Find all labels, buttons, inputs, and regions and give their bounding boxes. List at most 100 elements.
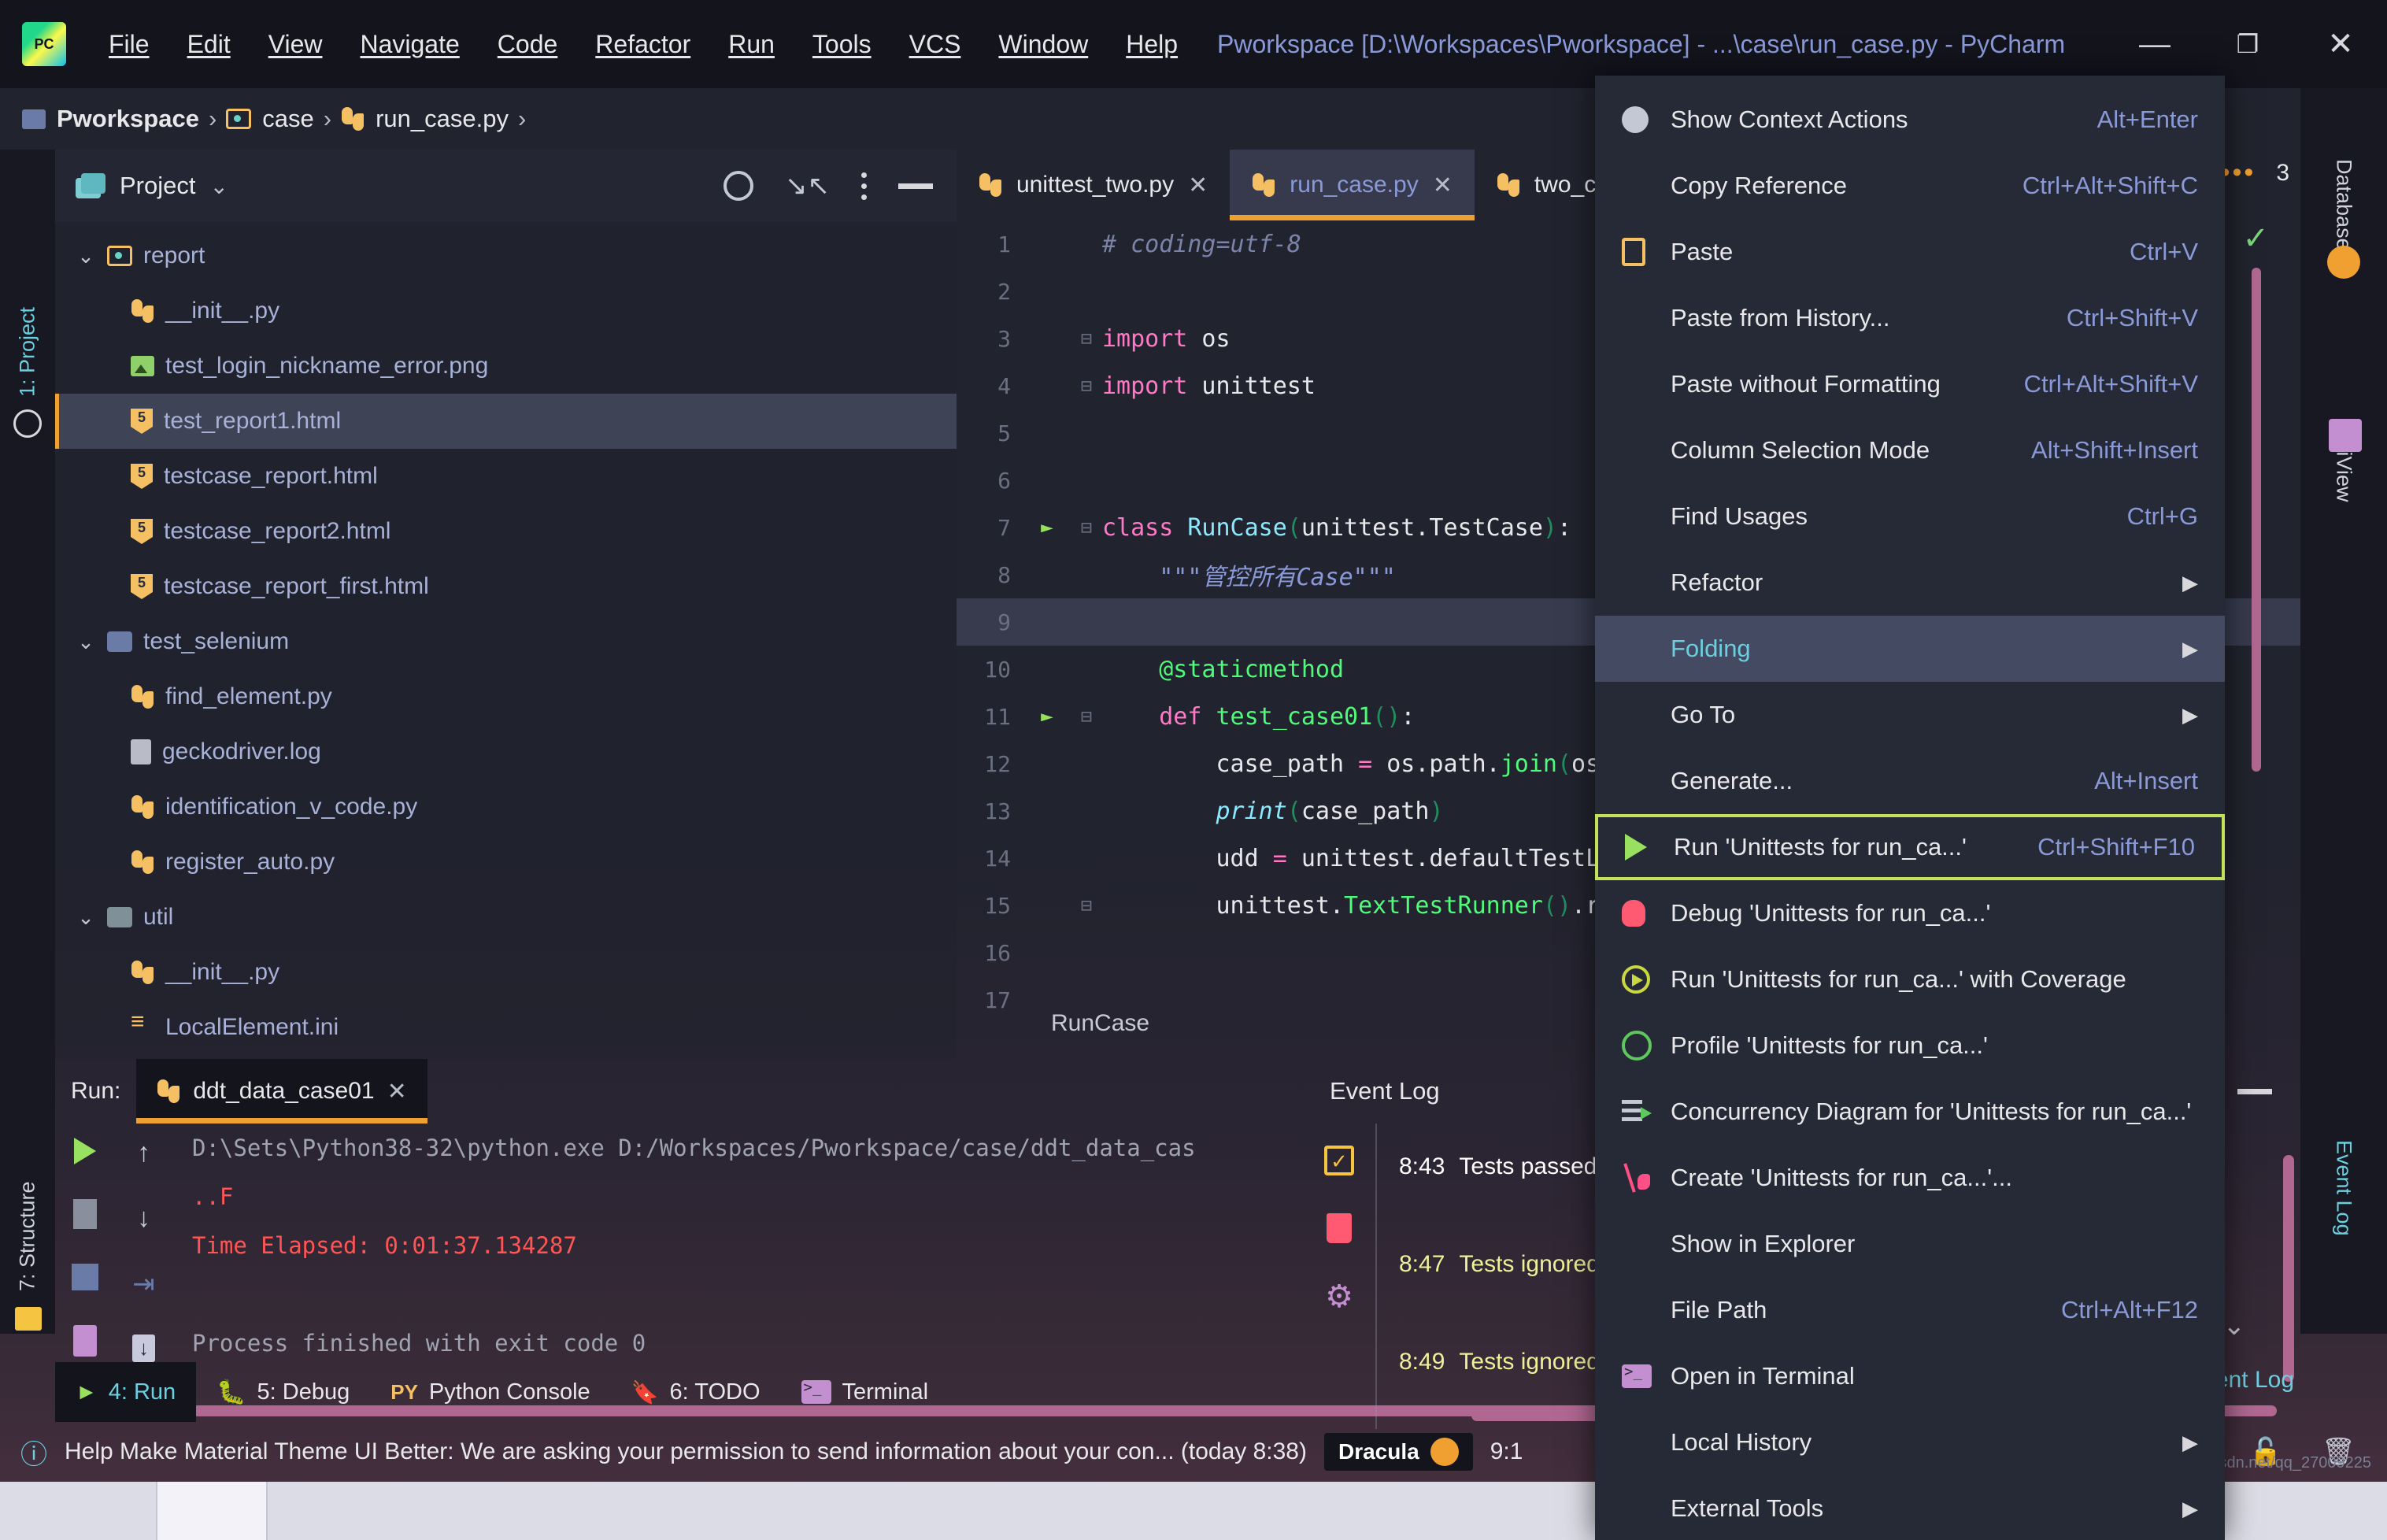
- sidebar-item-project[interactable]: 1: Project: [0, 161, 55, 397]
- context-menu-item[interactable]: Go To ▶: [1595, 682, 2225, 748]
- context-menu-item[interactable]: Generate... Alt+Insert: [1595, 748, 2225, 814]
- editor-tab[interactable]: unittest_two.py ✕: [957, 150, 1230, 220]
- tool-window-button[interactable]: 🐛 5: Debug: [196, 1362, 370, 1422]
- context-menu-item[interactable]: Create 'Unittests for run_ca...'...: [1595, 1145, 2225, 1211]
- tree-item[interactable]: find_element.py: [55, 669, 957, 724]
- tool-window-button[interactable]: 🔖 6: TODO: [611, 1362, 781, 1422]
- run-gutter-icon[interactable]: ►: [1023, 516, 1071, 539]
- context-menu-item[interactable]: Paste without Formatting Ctrl+Alt+Shift+V: [1595, 351, 2225, 417]
- tree-item[interactable]: test_login_nickname_error.png: [55, 339, 957, 394]
- menu-run[interactable]: Run: [709, 0, 794, 88]
- sidebar-item-event-log[interactable]: Event Log: [2300, 1140, 2387, 1321]
- tree-item[interactable]: ⌄ report: [55, 228, 957, 283]
- theme-switcher[interactable]: Dracula: [1323, 1433, 1473, 1471]
- tool-window-button[interactable]: Terminal: [781, 1362, 949, 1422]
- sidebar-item-structure[interactable]: 7: Structure: [0, 1039, 55, 1291]
- more-options-icon[interactable]: [861, 172, 867, 200]
- hide-panel-icon[interactable]: [898, 183, 933, 189]
- close-icon[interactable]: ✕: [1188, 172, 1208, 199]
- context-menu-item[interactable]: Find Usages Ctrl+G: [1595, 483, 2225, 550]
- context-menu-item[interactable]: External Tools ▶: [1595, 1475, 2225, 1540]
- project-file-tree[interactable]: ⌄ report __init__.py test_login_nickname_er…: [55, 222, 957, 1055]
- editor-scrollbar[interactable]: [2252, 268, 2261, 772]
- run-configuration-tab[interactable]: ddt_data_case01 ✕: [136, 1059, 428, 1124]
- wrap-lines-icon[interactable]: ⇥: [132, 1268, 155, 1300]
- context-menu-item[interactable]: Open in Terminal: [1595, 1343, 2225, 1409]
- tree-item[interactable]: ⌄ util: [55, 890, 957, 945]
- close-icon[interactable]: ✕: [1433, 172, 1453, 199]
- menu-help[interactable]: Help: [1107, 0, 1197, 88]
- caret-position[interactable]: 9:1: [1490, 1438, 1523, 1465]
- down-arrow-icon[interactable]: ↓: [137, 1203, 150, 1234]
- chevron-down-icon[interactable]: ⌄: [2223, 1310, 2246, 1342]
- overflow-dots-icon[interactable]: •••: [2221, 157, 2256, 188]
- close-button[interactable]: ✕: [2294, 0, 2387, 88]
- target-icon[interactable]: [724, 171, 754, 201]
- menu-code[interactable]: Code: [479, 0, 577, 88]
- breadcrumb-project[interactable]: Pworkspace: [22, 105, 199, 133]
- run-gutter-icon[interactable]: ►: [1023, 705, 1071, 728]
- menu-refactor[interactable]: Refactor: [576, 0, 709, 88]
- context-menu-item[interactable]: Run 'Unittests for run_ca...' with Cover…: [1595, 946, 2225, 1012]
- menu-navigate[interactable]: Navigate: [341, 0, 478, 88]
- tool-window-button[interactable]: PY Python Console: [370, 1362, 610, 1422]
- context-menu-item[interactable]: Show Context Actions Alt+Enter: [1595, 87, 2225, 153]
- tree-item[interactable]: __init__.py: [55, 283, 957, 339]
- context-menu-item[interactable]: Paste from History... Ctrl+Shift+V: [1595, 285, 2225, 351]
- context-menu-item[interactable]: Column Selection Mode Alt+Shift+Insert: [1595, 417, 2225, 483]
- breadcrumb-file[interactable]: run_case.py: [341, 105, 509, 133]
- trash-icon[interactable]: [1327, 1213, 1352, 1243]
- menu-tools[interactable]: Tools: [794, 0, 890, 88]
- tree-item[interactable]: ⌄ test_selenium: [55, 614, 957, 669]
- menu-file[interactable]: File: [90, 0, 168, 88]
- fold-marker-icon[interactable]: ⊟: [1071, 705, 1102, 727]
- breadcrumb-folder[interactable]: case: [226, 105, 314, 133]
- context-menu-item[interactable]: Local History ▶: [1595, 1409, 2225, 1475]
- rerun-icon[interactable]: [73, 1138, 96, 1164]
- chevron-down-icon[interactable]: ⌄: [76, 630, 96, 654]
- editor-context-menu[interactable]: Show Context Actions Alt+Enter Copy Refere…: [1595, 76, 2225, 1540]
- mark-read-icon[interactable]: ✓: [1324, 1146, 1354, 1175]
- context-menu-item[interactable]: Profile 'Unittests for run_ca...': [1595, 1012, 2225, 1079]
- tree-item[interactable]: test_report1.html: [55, 394, 957, 449]
- fold-marker-icon[interactable]: ⊟: [1071, 375, 1102, 397]
- context-menu-item[interactable]: Refactor ▶: [1595, 550, 2225, 616]
- collapse-all-icon[interactable]: ↘↖: [785, 170, 830, 202]
- fold-marker-icon[interactable]: ⊟: [1071, 516, 1102, 539]
- tree-item[interactable]: geckodriver.log: [55, 724, 957, 779]
- gear-icon[interactable]: ⚙: [1325, 1281, 1353, 1312]
- pin-tab-icon[interactable]: [72, 1325, 97, 1357]
- menu-edit[interactable]: Edit: [168, 0, 250, 88]
- menu-window[interactable]: Window: [979, 0, 1107, 88]
- tree-item[interactable]: identification_v_code.py: [55, 779, 957, 835]
- tree-item[interactable]: register_auto.py: [55, 835, 957, 890]
- context-menu-item[interactable]: Concurrency Diagram for 'Unittests for r…: [1595, 1079, 2225, 1145]
- print-icon[interactable]: [71, 1264, 98, 1290]
- menu-view[interactable]: View: [250, 0, 342, 88]
- stop-icon[interactable]: [72, 1199, 97, 1229]
- chevron-down-icon[interactable]: ⌄: [76, 244, 96, 268]
- tree-item[interactable]: testcase_report_first.html: [55, 559, 957, 614]
- status-message[interactable]: Help Make Material Theme UI Better: We a…: [65, 1438, 1307, 1465]
- chevron-down-icon[interactable]: ⌄: [76, 905, 96, 930]
- fold-marker-icon[interactable]: ⊟: [1071, 328, 1102, 350]
- tool-window-button[interactable]: ► 4: Run: [55, 1362, 197, 1422]
- up-arrow-icon[interactable]: ↑: [137, 1138, 150, 1168]
- hide-panel-icon[interactable]: [2237, 1088, 2272, 1094]
- context-menu-item[interactable]: Run 'Unittests for run_ca...' Ctrl+Shift+…: [1595, 814, 2225, 880]
- chevron-down-icon[interactable]: ⌄: [209, 173, 228, 199]
- sidebar-item-sciview[interactable]: SciView: [2300, 427, 2387, 639]
- tree-item[interactable]: __init__.py: [55, 945, 957, 1000]
- context-menu-item[interactable]: Show in Explorer: [1595, 1211, 2225, 1277]
- context-menu-item[interactable]: Folding ▶: [1595, 616, 2225, 682]
- close-icon[interactable]: ✕: [387, 1078, 407, 1105]
- fold-marker-icon[interactable]: ⊟: [1071, 894, 1102, 916]
- scroll-to-end-icon[interactable]: ↓: [132, 1335, 155, 1362]
- editor-tab[interactable]: run_case.py ✕: [1230, 150, 1475, 220]
- context-menu-item[interactable]: Debug 'Unittests for run_ca...': [1595, 880, 2225, 946]
- tree-item[interactable]: LocalElement.ini: [55, 1000, 957, 1055]
- console-vertical-scrollbar[interactable]: [2283, 1155, 2294, 1382]
- menu-vcs[interactable]: VCS: [890, 0, 980, 88]
- tree-item[interactable]: testcase_report2.html: [55, 504, 957, 559]
- context-menu-item[interactable]: File Path Ctrl+Alt+F12: [1595, 1277, 2225, 1343]
